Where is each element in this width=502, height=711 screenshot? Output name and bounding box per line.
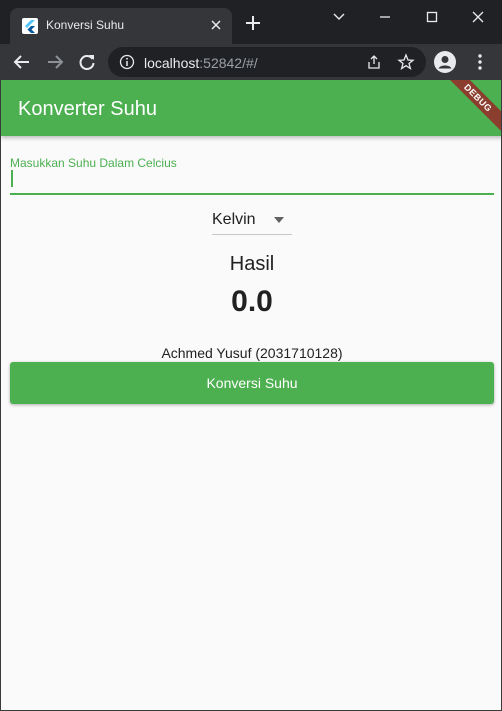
url-text: localhost:52842/#/ <box>144 55 258 71</box>
caret-down-icon <box>274 217 284 223</box>
chevron-down-icon[interactable] <box>330 8 348 26</box>
unit-dropdown[interactable]: Kelvin <box>212 205 292 235</box>
flutter-logo-icon <box>22 18 38 34</box>
app-bar: Konverter Suhu <box>1 80 501 136</box>
author-text: Achmed Yusuf (2031710128) <box>161 345 343 361</box>
arrow-left-icon[interactable] <box>12 52 32 72</box>
celsius-input[interactable] <box>10 169 494 195</box>
address-bar[interactable]: localhost:52842/#/ <box>108 47 426 77</box>
convert-button[interactable]: Konversi Suhu <box>10 362 494 404</box>
url-host: localhost <box>144 55 200 71</box>
share-icon[interactable] <box>366 54 382 70</box>
browser-tabstrip: Konversi Suhu <box>0 0 502 44</box>
browser-tab[interactable]: Konversi Suhu <box>10 8 232 44</box>
text-cursor <box>11 170 13 187</box>
result-label: Hasil <box>229 253 275 275</box>
app-title: Konverter Suhu <box>18 98 157 120</box>
info-icon[interactable] <box>119 54 135 70</box>
maximize-icon[interactable] <box>423 8 441 26</box>
more-vert-icon[interactable] <box>470 52 490 72</box>
reload-icon[interactable] <box>77 52 97 72</box>
browser-toolbar: localhost:52842/#/ <box>0 44 502 80</box>
url-path: :52842/#/ <box>199 55 258 71</box>
account-icon[interactable] <box>434 51 456 73</box>
tab-title: Konversi Suhu <box>46 18 125 32</box>
arrow-right-icon[interactable] <box>45 52 65 72</box>
window-close-icon[interactable] <box>469 8 487 26</box>
app-viewport: Konverter Suhu DEBUG Masukkan Suhu Dalam… <box>0 80 502 711</box>
plus-icon[interactable] <box>244 14 262 32</box>
minimize-icon[interactable] <box>376 8 394 26</box>
star-icon[interactable] <box>397 53 415 71</box>
unit-dropdown-value: Kelvin <box>212 211 256 228</box>
celsius-field-label: Masukkan Suhu Dalam Celcius <box>10 156 177 170</box>
close-icon[interactable] <box>208 17 224 33</box>
result-value: 0.0 <box>231 285 273 318</box>
